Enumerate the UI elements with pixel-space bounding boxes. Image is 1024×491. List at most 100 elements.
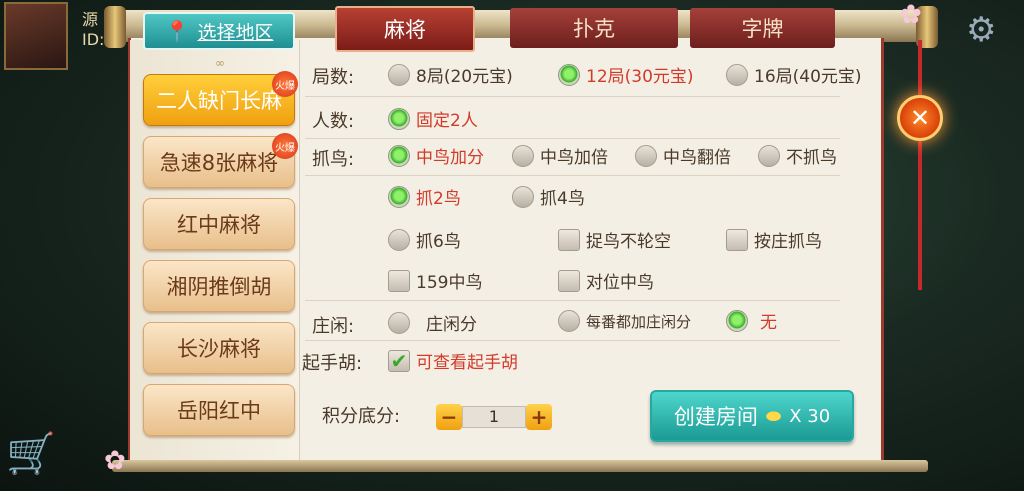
- cart-icon: 🛒: [6, 431, 56, 477]
- dealer-option-dealer-score[interactable]: 庄闲分: [388, 310, 477, 335]
- region-label: 选择地区: [197, 21, 274, 44]
- bird-mode-option-2[interactable]: 中鸟加倍: [512, 143, 608, 168]
- player-name: 源: [82, 10, 99, 29]
- radio-off: [635, 144, 657, 167]
- tab-zipai[interactable]: 字牌: [690, 8, 835, 48]
- region-selector-button[interactable]: 📍 选择地区: [143, 12, 295, 50]
- bird-label: 抓鸟:: [312, 149, 355, 170]
- checkbox-unchecked: [558, 269, 580, 292]
- scroll-bottom-rod: [112, 460, 928, 472]
- dealer-label: 庄闲:: [312, 316, 355, 337]
- player-id: ID:: [82, 30, 105, 49]
- player-avatar: [4, 2, 68, 70]
- option-label: 捉鸟不轮空: [586, 232, 671, 252]
- bow-ornament-icon: ∞: [215, 56, 225, 70]
- tab-mahjong[interactable]: 麻将: [335, 6, 475, 52]
- checkbox-unchecked: [388, 269, 410, 292]
- game-item-hong-zhong[interactable]: 红中麻将: [143, 198, 295, 250]
- rounds-option-16[interactable]: 16局(40元宝): [726, 62, 862, 87]
- game-item-label: 急速8张麻将: [159, 151, 279, 175]
- option-label: 对位中鸟: [586, 273, 654, 293]
- option-label: 159中鸟: [416, 273, 483, 293]
- checkbox-unchecked: [726, 228, 748, 251]
- dealer-option-every-fan[interactable]: 每番都加庄闲分: [558, 310, 691, 332]
- radio-off: [388, 63, 410, 86]
- radio-off: [558, 310, 580, 332]
- option-label: 固定2人: [416, 111, 478, 131]
- game-item-er-ren-que-men[interactable]: 二人缺门长麻 火爆: [143, 71, 298, 126]
- create-room-label: 创建房间: [673, 405, 758, 429]
- game-item-label: 岳阳红中: [177, 399, 261, 423]
- option-label: 可查看起手胡: [416, 353, 518, 373]
- divider: [305, 300, 840, 301]
- rounds-label: 局数:: [312, 67, 355, 88]
- option-label: 8局(20元宝): [416, 67, 513, 87]
- minus-button[interactable]: −: [436, 404, 462, 430]
- option-label: 庄闲分: [426, 315, 477, 335]
- bird-checkbox-159[interactable]: 159中鸟: [388, 268, 482, 293]
- game-item-label: 二人缺门长麻: [156, 89, 282, 113]
- radio-on: [726, 309, 748, 332]
- bird-count-option-6[interactable]: 抓6鸟: [388, 227, 461, 252]
- rounds-option-8[interactable]: 8局(20元宝): [388, 62, 513, 87]
- scroll-rod-end-left: [104, 6, 126, 48]
- hot-badge: 火爆: [272, 71, 298, 97]
- player-name-partial: 源 ID:: [82, 6, 104, 49]
- gear-icon[interactable]: ⚙: [966, 10, 1006, 50]
- bird-checkbox-by-dealer[interactable]: 按庄抓鸟: [726, 227, 822, 252]
- option-label: 12局(30元宝): [586, 67, 694, 87]
- divider: [305, 138, 840, 139]
- base-score-label: 积分底分:: [322, 406, 401, 427]
- checkbox-unchecked: [558, 228, 580, 251]
- radio-off: [726, 63, 748, 86]
- base-score-stepper: − 1 +: [436, 404, 554, 430]
- starting-hand-checkbox[interactable]: ✔ 可查看起手胡: [388, 348, 518, 373]
- radio-off: [758, 144, 780, 167]
- gold-ingot-icon: ⬬: [765, 405, 782, 427]
- option-label: 无: [760, 313, 777, 333]
- option-label: 不抓鸟: [786, 148, 837, 168]
- bird-mode-option-4[interactable]: 不抓鸟: [758, 143, 837, 168]
- dealer-option-none[interactable]: 无: [726, 308, 777, 333]
- game-item-yue-yang[interactable]: 岳阳红中: [143, 384, 295, 436]
- base-score-value: 1: [462, 406, 526, 428]
- plus-button[interactable]: +: [526, 404, 552, 430]
- option-label: 中鸟加倍: [540, 148, 608, 168]
- checkbox-checked: ✔: [388, 349, 410, 373]
- option-label: 抓2鸟: [416, 189, 461, 209]
- create-room-button[interactable]: 创建房间 ⬬ X 30: [650, 390, 854, 442]
- game-item-chang-sha[interactable]: 长沙麻将: [143, 322, 295, 374]
- divider: [305, 340, 840, 341]
- bird-mode-option-3[interactable]: 中鸟翻倍: [635, 143, 731, 168]
- tab-label: 扑克: [573, 17, 615, 41]
- radio-on: [558, 63, 580, 86]
- game-item-label: 长沙麻将: [177, 337, 261, 361]
- radio-on: [388, 144, 410, 167]
- radio-off: [512, 144, 534, 167]
- option-label: 中鸟翻倍: [663, 148, 731, 168]
- game-item-label: 红中麻将: [177, 213, 261, 237]
- rounds-option-12[interactable]: 12局(30元宝): [558, 62, 694, 87]
- flower-decoration-icon: ✿: [104, 446, 126, 476]
- close-button[interactable]: ✕: [897, 95, 943, 141]
- close-icon: ✕: [909, 104, 931, 132]
- players-option-2[interactable]: 固定2人: [388, 106, 478, 131]
- radio-off: [512, 185, 534, 208]
- bird-mode-option-1[interactable]: 中鸟加分: [388, 143, 484, 168]
- bird-checkbox-no-empty[interactable]: 捉鸟不轮空: [558, 227, 671, 252]
- bird-checkbox-opposite[interactable]: 对位中鸟: [558, 268, 654, 293]
- tab-label: 字牌: [741, 17, 784, 41]
- bird-count-option-4[interactable]: 抓4鸟: [512, 184, 585, 209]
- radio-on: [388, 185, 410, 208]
- option-label: 抓6鸟: [416, 232, 461, 252]
- location-pin-icon: 📍: [164, 19, 190, 43]
- game-item-ji-su-8-zhang[interactable]: 急速8张麻将 火爆: [143, 133, 298, 188]
- hot-badge: 火爆: [272, 133, 298, 159]
- tab-poker[interactable]: 扑克: [510, 8, 678, 48]
- tassel-decoration: [918, 40, 922, 100]
- starting-hand-label: 起手胡:: [302, 353, 363, 374]
- tassel-decoration: [918, 140, 922, 290]
- game-item-xiang-yin[interactable]: 湘阴推倒胡: [143, 260, 295, 312]
- bird-count-option-2[interactable]: 抓2鸟: [388, 184, 461, 209]
- flower-decoration-icon: ✿: [900, 0, 922, 30]
